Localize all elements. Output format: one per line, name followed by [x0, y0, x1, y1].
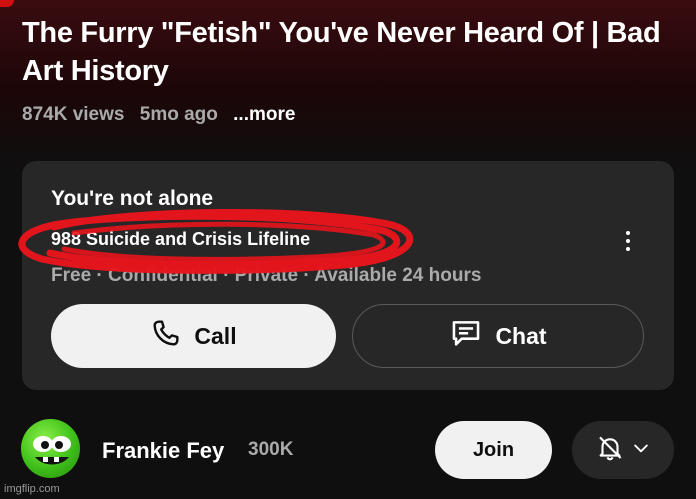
chat-label: Chat: [495, 322, 547, 349]
lifeline-name: 988 Suicide and Crisis Lifeline: [51, 229, 311, 249]
video-meta: 874K views 5mo ago ...more: [22, 104, 305, 126]
corner-red-mark: [0, 0, 14, 7]
join-button[interactable]: Join: [435, 421, 552, 479]
chevron-down-icon: [631, 438, 651, 463]
phone-icon: [150, 317, 182, 355]
subscriber-count: 300K: [248, 439, 294, 460]
video-title: The Furry "Fetish" You've Never Heard Of…: [22, 17, 661, 87]
chat-button[interactable]: Chat: [352, 304, 644, 368]
more-link[interactable]: ...more: [233, 104, 295, 125]
crisis-support-card: You're not alone 988 Suicide and Crisis …: [18, 161, 674, 390]
crisis-heading: You're not alone: [51, 187, 214, 210]
more-vertical-icon[interactable]: [618, 227, 638, 255]
avatar-face-icon: [33, 436, 71, 465]
channel-avatar[interactable]: [21, 419, 80, 478]
call-label: Call: [194, 322, 237, 349]
channel-name[interactable]: Frankie Fey: [102, 438, 224, 464]
upload-age: 5mo ago: [139, 104, 218, 125]
bell-off-icon: [595, 433, 625, 468]
call-button[interactable]: Call: [51, 304, 336, 368]
lifeline-details: Free · Confidential · Private · Availabl…: [51, 265, 482, 286]
imgflip-watermark: imgflip.com: [4, 483, 60, 495]
view-count: 874K views: [22, 104, 125, 125]
notification-settings-button[interactable]: [572, 421, 674, 479]
chat-bubble-icon: [449, 316, 483, 356]
